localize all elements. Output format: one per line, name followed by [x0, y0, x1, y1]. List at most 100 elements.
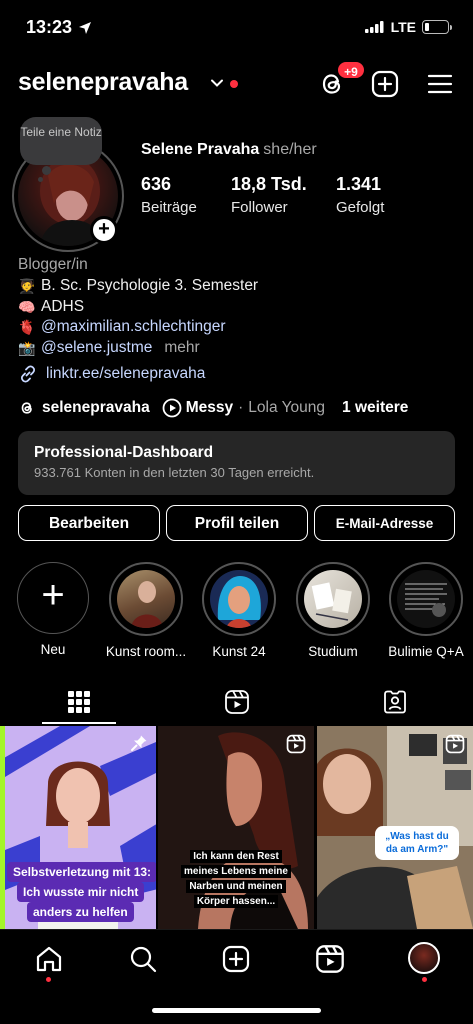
highlight-item[interactable]: Studium	[283, 562, 383, 659]
posts-grid: Selbstverletzung mit 13: Ich wusste mir …	[0, 726, 473, 929]
status-bar: 13:23 LTE	[0, 0, 473, 56]
create-post-icon[interactable]	[370, 69, 400, 99]
tab-tagged[interactable]	[316, 680, 473, 724]
post-caption-line: Ich kann den Rest	[158, 850, 314, 864]
highlight-item[interactable]: Kunst 24	[189, 562, 289, 659]
share-profile-button[interactable]: Profil teilen	[166, 505, 308, 541]
camera-emoji-icon: 📸	[18, 340, 36, 357]
highlight-cover	[397, 570, 455, 628]
highlight-label: Bulimie Q+A	[388, 644, 464, 659]
post-tile[interactable]: Selbstverletzung mit 13: Ich wusste mir …	[0, 726, 156, 929]
post-caption-line: meines Lebens meine	[158, 865, 314, 879]
unread-dot	[230, 80, 238, 88]
bio-mention-link[interactable]: @maximilian.schlechtinger	[41, 317, 226, 338]
post-tile[interactable]: „Was hast du da am Arm?"	[317, 726, 473, 929]
play-icon	[162, 398, 182, 418]
heart-emoji-icon: 🫀	[18, 319, 36, 336]
highlight-cover	[117, 570, 175, 628]
following-label: Gefolgt	[336, 199, 385, 216]
bio: Blogger/in 🧑‍🎓 B. Sc. Psychologie 3. Seme…	[18, 255, 458, 359]
create-icon[interactable]	[221, 944, 251, 974]
bio-line-adhs: ADHS	[41, 297, 85, 315]
home-indicator	[152, 1008, 321, 1013]
reel-icon	[445, 734, 465, 754]
hamburger-menu-icon[interactable]	[426, 70, 454, 98]
stat-following[interactable]: 1.341 Gefolgt	[336, 174, 384, 216]
plus-icon: +	[17, 562, 89, 634]
highlight-cover	[210, 570, 268, 628]
brain-emoji-icon: 🧠	[18, 298, 36, 315]
search-icon[interactable]	[128, 944, 158, 974]
dashboard-title: Professional-Dashboard	[34, 444, 214, 461]
highlight-label: Kunst 24	[212, 644, 266, 659]
bio-mention-link[interactable]: @selene.justme	[41, 338, 152, 359]
account-switcher[interactable]: selenepravaha	[18, 68, 188, 97]
post-tile[interactable]: Ich kann den Rest meines Lebens meine Na…	[158, 726, 314, 929]
home-icon[interactable]	[34, 944, 64, 974]
pin-icon	[131, 735, 147, 751]
reels-icon	[224, 690, 249, 714]
bio-line-study: B. Sc. Psychologie 3. Semester	[41, 276, 259, 294]
bio-website-link[interactable]: linktr.ee/selenepravaha	[18, 364, 205, 384]
add-story-button[interactable]: +	[90, 216, 118, 244]
profile-name: Selene Pravaha she/her	[141, 141, 317, 159]
bio-more-button[interactable]: mehr	[164, 338, 199, 359]
signal-icon	[364, 21, 384, 33]
dashboard-subtitle: 933.761 Konten in den letzten 30 Tagen e…	[34, 465, 315, 480]
reels-nav-icon[interactable]	[315, 944, 345, 974]
tab-posts-grid[interactable]	[0, 680, 157, 724]
post-caption-line: Ich wusste mir nicht	[17, 882, 145, 902]
song-title-link[interactable]: Messy	[186, 399, 233, 417]
followers-label: Follower	[231, 199, 288, 216]
highlight-label: Kunst room...	[105, 644, 187, 659]
posts-label: Beiträge	[141, 199, 197, 216]
chevron-down-icon[interactable]	[210, 76, 224, 90]
post-caption-line: Körper hassen...	[158, 895, 314, 909]
highlight-item[interactable]: Bulimie Q+A	[376, 562, 473, 659]
note-bubble[interactable]: Teile eine Notiz	[20, 117, 102, 165]
post-caption-line: Narben und meinen	[158, 880, 314, 894]
highlight-label: Studium	[308, 644, 358, 659]
battery-icon	[422, 20, 452, 34]
student-emoji-icon: 🧑‍🎓	[18, 277, 36, 294]
location-arrow-icon	[79, 22, 91, 34]
threads-music-row: selenepravaha Messy · Lola Young 1 weite…	[18, 398, 408, 418]
grid-icon	[67, 691, 90, 713]
network-type: LTE	[390, 19, 416, 35]
full-name: Selene Pravaha	[141, 141, 260, 158]
pronouns: she/her	[263, 141, 317, 158]
category-label: Blogger/in	[18, 256, 88, 273]
song-artist: Lola Young	[248, 399, 326, 416]
following-count: 1.341	[336, 174, 382, 194]
post-caption-line: Selbstverletzung mit 13:	[7, 862, 156, 882]
edit-profile-button[interactable]: Bearbeiten	[18, 505, 160, 541]
post-caption-line: anders zu helfen	[27, 902, 134, 922]
status-time: 13:23	[26, 17, 73, 37]
reel-icon	[286, 734, 306, 754]
profile-nav-avatar[interactable]	[408, 942, 440, 974]
stat-followers[interactable]: 18,8 Tsd. Follower	[231, 174, 307, 216]
profile-notification-dot	[422, 977, 427, 982]
email-button[interactable]: E-Mail-Adresse	[314, 505, 455, 541]
highlight-item[interactable]: Kunst room...	[96, 562, 196, 659]
tab-reels[interactable]	[158, 680, 315, 724]
threads-badge-icon	[21, 402, 32, 414]
highlight-new[interactable]: + Neu	[3, 562, 103, 657]
notification-badge: +9	[336, 60, 366, 80]
professional-dashboard[interactable]: Professional-Dashboard 933.761 Konten in…	[18, 431, 455, 495]
followers-count: 18,8 Tsd.	[231, 174, 307, 194]
tagged-person-icon	[383, 690, 406, 714]
profile-header: selenepravaha +9	[0, 60, 473, 108]
content-tabs	[0, 680, 473, 724]
active-tab-indicator	[42, 722, 116, 724]
link-icon	[20, 365, 36, 383]
website-url: linktr.ee/selenepravaha	[46, 365, 206, 382]
highlight-cover	[304, 570, 362, 628]
posts-count: 636	[141, 174, 172, 194]
more-links-button[interactable]: 1 weitere	[342, 399, 408, 417]
stat-posts[interactable]: 636 Beiträge	[141, 174, 197, 216]
post-caption-bubble: „Was hast du da am Arm?"	[375, 826, 459, 860]
threads-handle-link[interactable]: selenepravaha	[42, 399, 150, 417]
separator-dot: ·	[238, 399, 244, 416]
home-notification-dot	[46, 977, 51, 982]
